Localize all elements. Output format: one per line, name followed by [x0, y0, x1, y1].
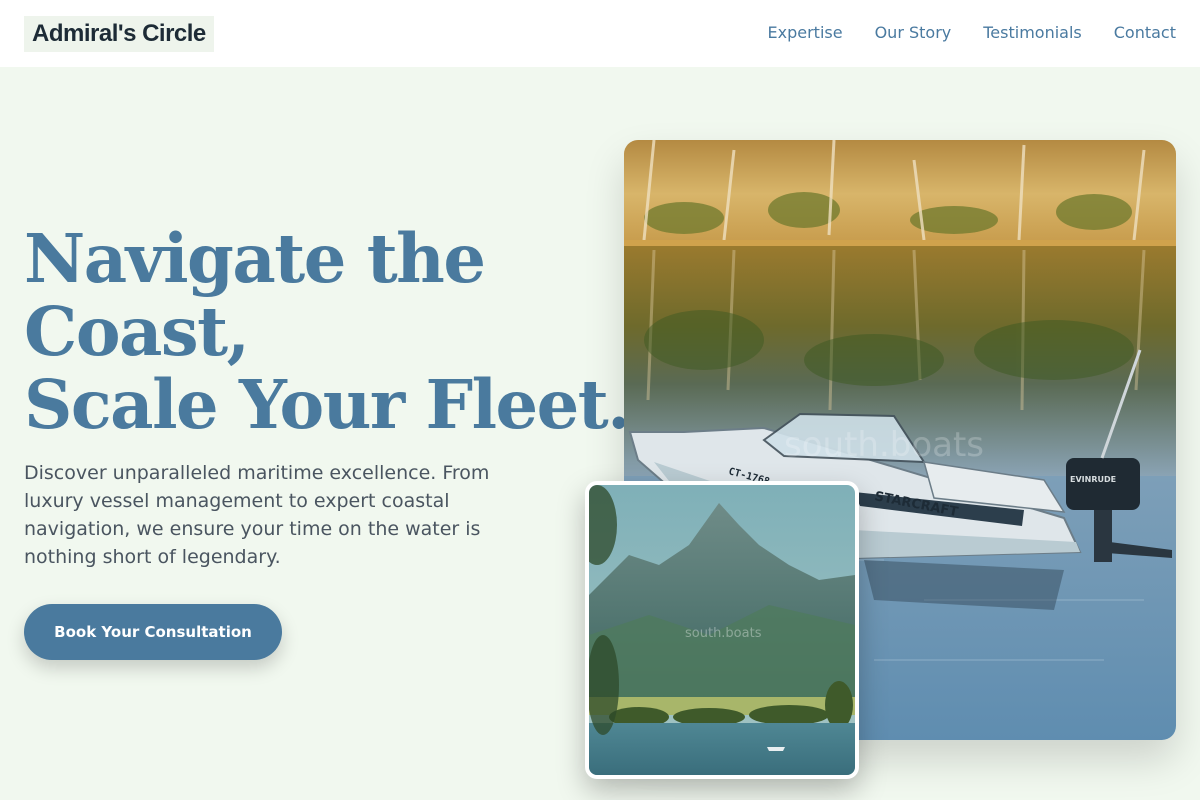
nav-link-expertise[interactable]: Expertise: [768, 22, 843, 44]
book-consultation-button[interactable]: Book Your Consultation: [24, 604, 282, 660]
main-nav: Expertise Our Story Testimonials Contact: [768, 22, 1176, 44]
hero-headline-line-2: Coast,: [24, 292, 250, 371]
mountain-lake-illustration: south.boats: [589, 485, 855, 775]
main-photo-watermark: south.boats: [784, 425, 984, 465]
inset-photo-watermark: south.boats: [685, 626, 762, 641]
hero-headline-line-1: Navigate the: [24, 219, 486, 298]
hero-headline-line-3: Scale Your Fleet.: [24, 365, 631, 444]
mountain-lake-photo: south.boats: [585, 481, 859, 779]
nav-link-our-story[interactable]: Our Story: [875, 22, 952, 44]
top-navigation-bar: Admiral's Circle Expertise Our Story Tes…: [0, 0, 1200, 67]
nav-link-testimonials[interactable]: Testimonials: [983, 22, 1082, 44]
hero-headline: Navigate the Coast, Scale Your Fleet.: [24, 219, 631, 444]
nav-link-contact[interactable]: Contact: [1114, 22, 1176, 44]
engine-brand-text: EVINRUDE: [1070, 475, 1116, 484]
hero-description: Discover unparalleled maritime excellenc…: [24, 462, 490, 568]
brand-logo[interactable]: Admiral's Circle: [24, 16, 214, 52]
